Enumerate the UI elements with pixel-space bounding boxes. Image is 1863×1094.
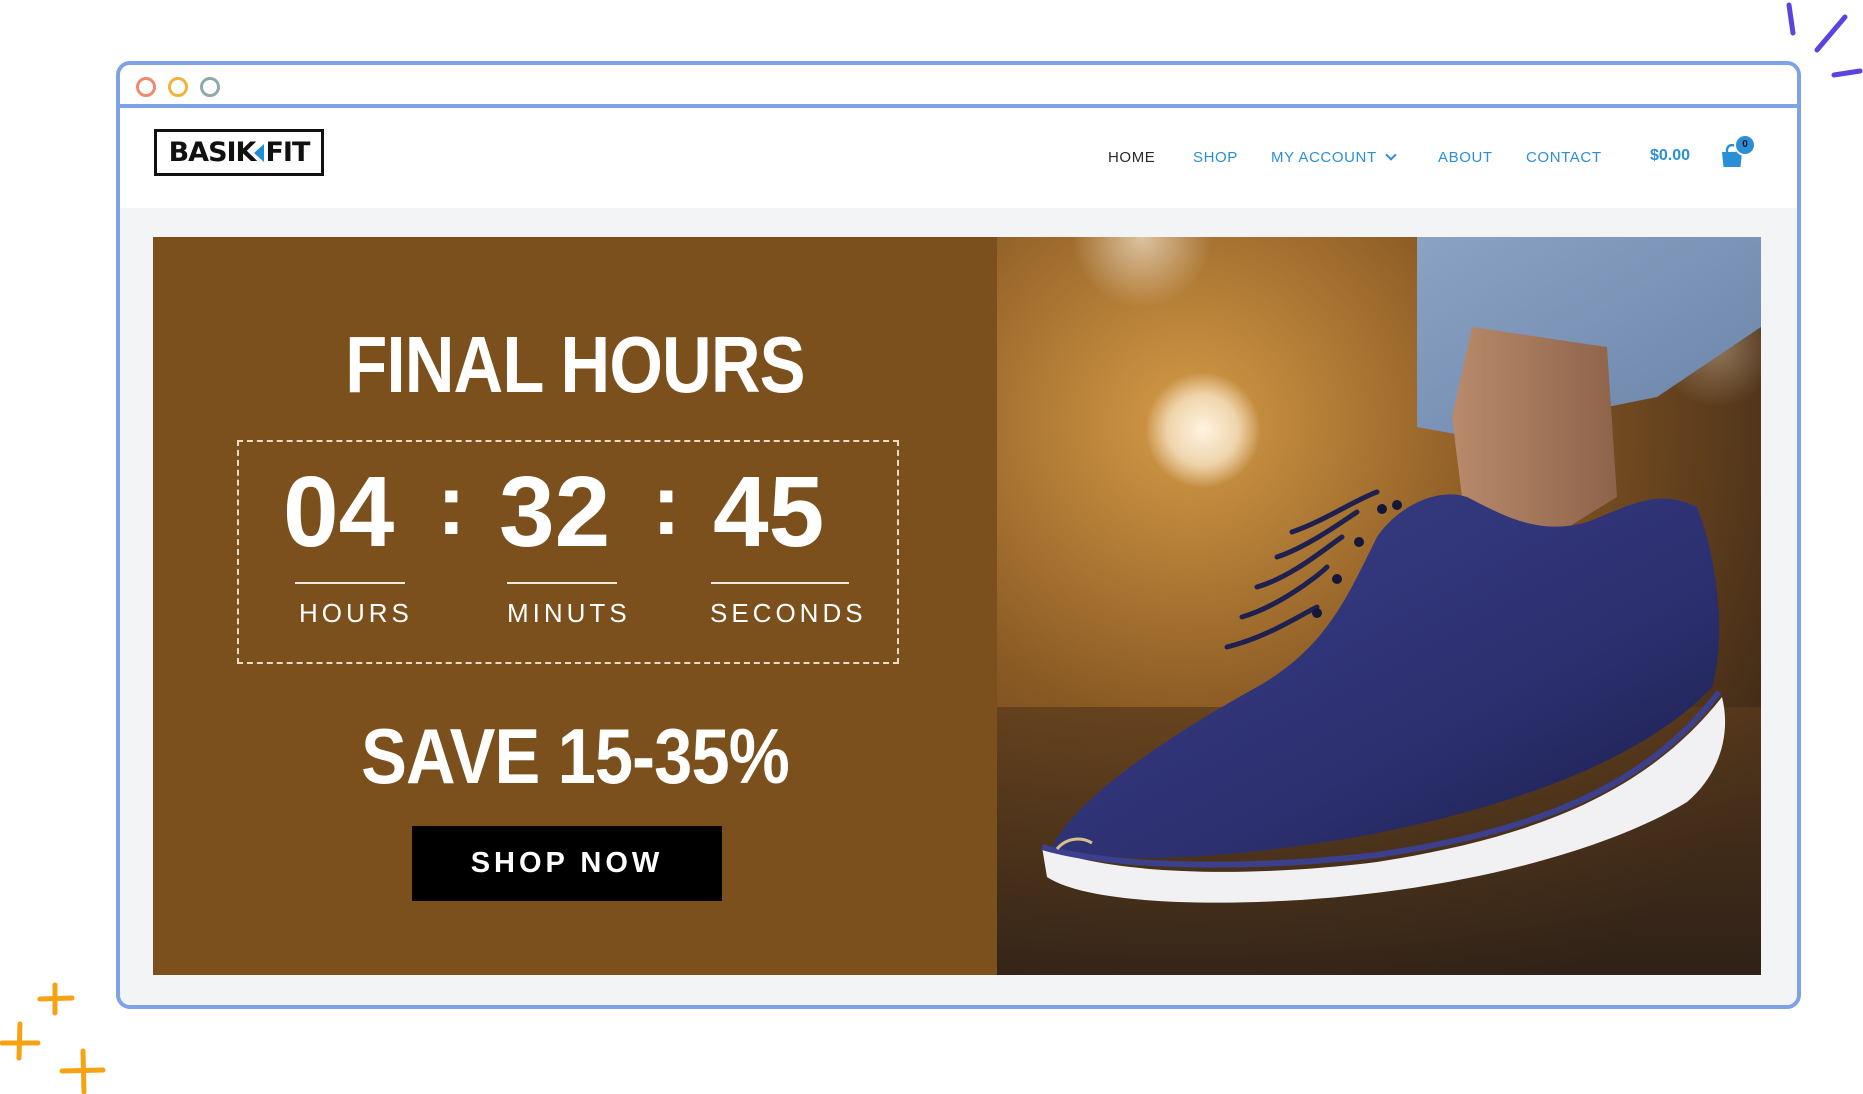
- nav-item-my-account-label: MY ACCOUNT: [1271, 149, 1377, 166]
- hero-promo-panel: FINAL HOURS 04 : 32 : 45 HOURS MINUTS SE…: [153, 237, 997, 975]
- cart-count-badge: 0: [1734, 134, 1756, 156]
- nav-item-shop[interactable]: SHOP: [1193, 149, 1238, 166]
- shop-now-button[interactable]: SHOP NOW: [412, 826, 722, 901]
- countdown-separator: :: [652, 457, 681, 553]
- countdown-seconds: 45: [713, 456, 825, 568]
- countdown-hours: 04: [283, 456, 395, 568]
- window-close-dot[interactable]: [136, 77, 156, 97]
- countdown-timer: 04 : 32 : 45 HOURS MINUTS SECONDS: [237, 440, 899, 664]
- browser-titlebar: [120, 65, 1797, 108]
- promo-discount-text: SAVE 15-35%: [361, 712, 790, 800]
- plus-signs-icon: [0, 982, 106, 1094]
- sneaker-photo: [997, 237, 1761, 975]
- nav-item-home[interactable]: HOME: [1108, 149, 1155, 166]
- window-minimize-dot[interactable]: [168, 77, 188, 97]
- countdown-underline-seconds: [711, 582, 849, 584]
- hero-product-image: [997, 237, 1761, 975]
- countdown-underline-hours: [295, 582, 405, 584]
- countdown-separator: :: [437, 457, 466, 553]
- countdown-seconds-label: SECONDS: [710, 598, 867, 628]
- browser-window: BASIK FIT HOME SHOP MY ACCOUNT ABOUT CONT…: [116, 61, 1801, 1009]
- countdown-underline-minutes: [507, 582, 617, 584]
- sparkle-lines-icon: [1786, 2, 1863, 78]
- site-header: BASIK FIT HOME SHOP MY ACCOUNT ABOUT CONT…: [120, 108, 1797, 208]
- window-maximize-dot[interactable]: [200, 77, 220, 97]
- hero-banner: FINAL HOURS 04 : 32 : 45 HOURS MINUTS SE…: [153, 237, 1761, 975]
- countdown-hours-label: HOURS: [299, 598, 413, 628]
- chevron-down-icon: [1385, 149, 1397, 161]
- main-nav: HOME SHOP MY ACCOUNT ABOUT CONTACT: [120, 108, 1797, 208]
- countdown-minutes-label: MINUTS: [507, 598, 631, 628]
- cart-total[interactable]: $0.00: [1650, 147, 1690, 165]
- nav-item-contact[interactable]: CONTACT: [1526, 149, 1602, 166]
- countdown-minutes: 32: [499, 456, 611, 568]
- nav-item-about[interactable]: ABOUT: [1438, 149, 1493, 166]
- hero-title: FINAL HOURS: [345, 320, 805, 409]
- nav-item-my-account[interactable]: MY ACCOUNT: [1271, 149, 1397, 166]
